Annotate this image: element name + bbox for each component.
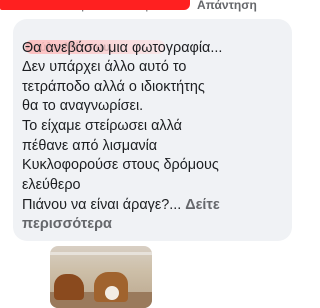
comment-text-line: Το είχαμε στείρωσει αλλά <box>22 118 182 134</box>
comment-text-line: Κυκλοφορούσε στους δρόμους <box>22 157 219 173</box>
comment-text-fragment: Πιάνου να είναι άραγε?... <box>22 197 182 213</box>
comment-text-line: θα το αναγνωρίσει. <box>22 98 144 114</box>
comment-text-line: Πιάνου να είναι άραγε?... Δείτε <box>22 196 220 214</box>
comment-text-line: πέθανε από λισμανία <box>22 138 158 154</box>
see-more-link-cont[interactable]: περισσότερα <box>22 215 112 233</box>
photo-fence <box>50 252 152 255</box>
dog-marking <box>105 286 119 300</box>
attached-photo[interactable] <box>50 246 152 308</box>
comment-text-line: Δεν υπάρχει άλλο αυτό το <box>22 59 187 75</box>
dog-figure <box>54 274 84 300</box>
see-more-link[interactable]: Δείτε <box>185 197 219 213</box>
comment-text-line: τετράποδο αλλά ο ιδιοκτήτης <box>22 79 205 95</box>
comment-text-line: Θα ανεβάσω μια φωτογραφία... <box>22 40 223 56</box>
reply-link[interactable]: Απάντηση <box>197 0 257 12</box>
comment-text-line: ελεύθερο <box>22 177 81 193</box>
redaction-scribble <box>0 0 190 10</box>
